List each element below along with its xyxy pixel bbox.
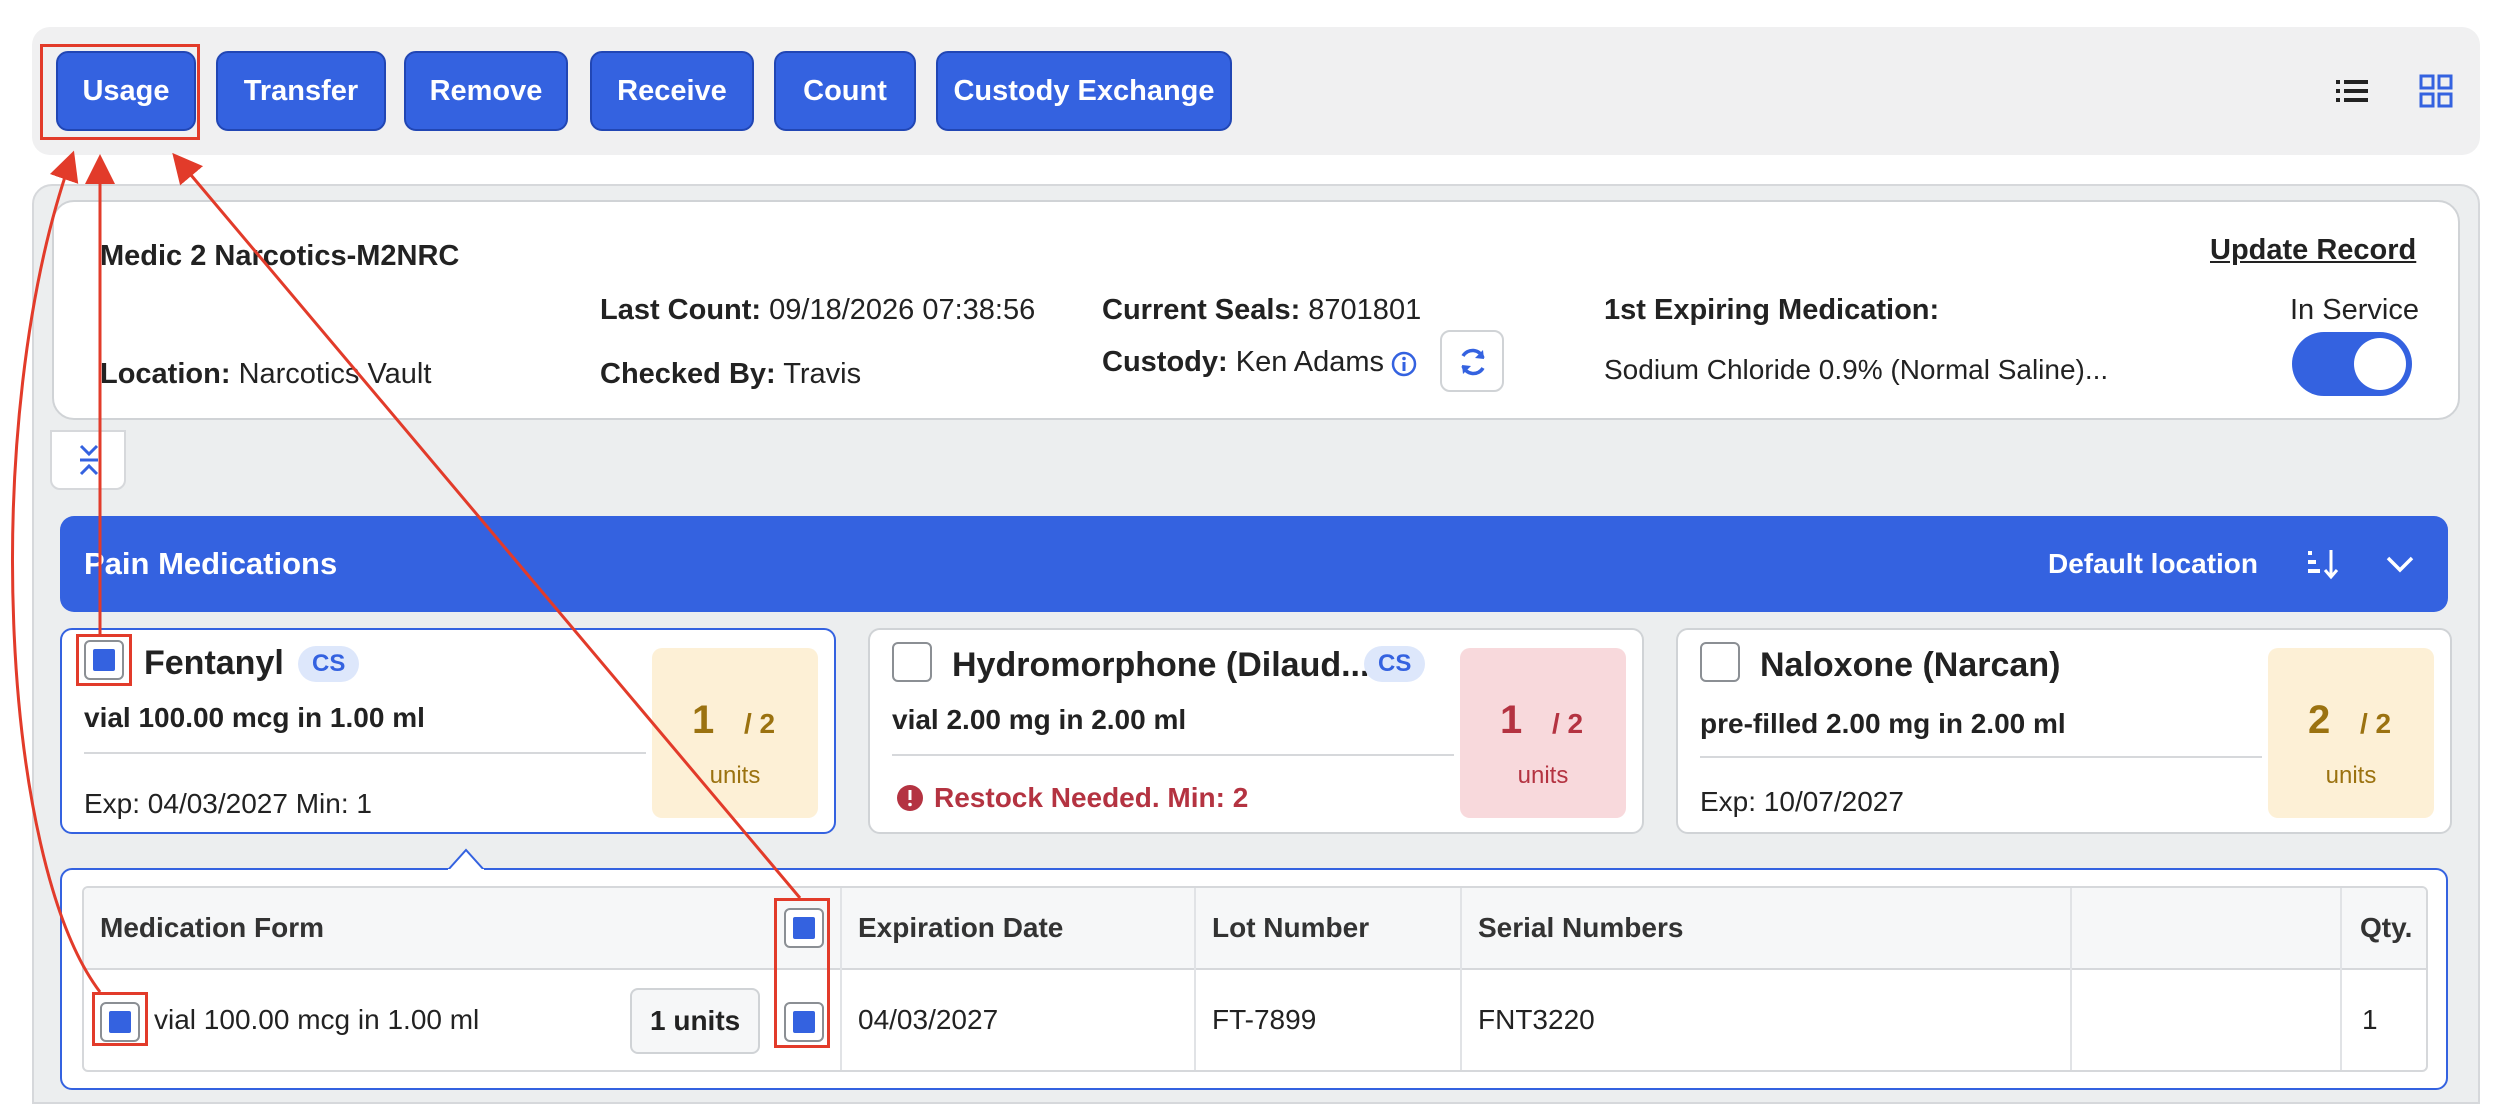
quantity-total: / 2	[744, 708, 776, 739]
row-lot: FT-7899	[1212, 1004, 1317, 1035]
medication-checkbox[interactable]	[84, 640, 124, 680]
divider	[1700, 756, 2262, 758]
in-service-label: In Service	[2290, 294, 2419, 326]
transfer-button[interactable]: Transfer	[216, 51, 386, 131]
chevron-down-icon[interactable]	[2384, 548, 2416, 580]
row-lot-checkbox[interactable]	[784, 1002, 824, 1042]
list-icon[interactable]	[2332, 71, 2372, 111]
quantity-box: 2 / 2 units	[2268, 648, 2434, 818]
medication-checkbox[interactable]	[1700, 642, 1740, 682]
remove-button[interactable]: Remove	[404, 51, 568, 131]
location-value: Narcotics Vault	[238, 358, 432, 390]
header-qty: Qty.	[2360, 912, 2413, 943]
quantity-value: 1	[1500, 698, 1523, 742]
restock-warning: Restock Needed. Min: 2	[934, 782, 1249, 813]
medication-name: Fentanyl	[144, 644, 284, 682]
row-serial: FNT3220	[1478, 1004, 1595, 1035]
location-field: Location: Narcotics Vault	[100, 358, 431, 391]
row-qty: 1	[2362, 1004, 2378, 1035]
medication-card-naloxone[interactable]: Naloxone (Narcan) pre-filled 2.00 mg in …	[1676, 628, 2452, 834]
header-serial-numbers: Serial Numbers	[1478, 912, 1684, 943]
sort-label[interactable]: Default location	[2048, 548, 2258, 580]
refresh-icon	[1461, 348, 1485, 376]
cs-badge: CS	[1364, 646, 1426, 682]
toggle-knob	[2354, 338, 2406, 390]
unit-name: Medic 2 Narcotics-M2NRC	[100, 240, 460, 272]
column-divider	[2340, 888, 2342, 1070]
seals-label: Current Seals:	[1102, 294, 1301, 326]
medication-card-hydromorphone[interactable]: Hydromorphone (Dilaud... CS vial 2.00 mg…	[868, 628, 1644, 834]
checked-by-field: Checked By: Travis	[600, 358, 861, 391]
medication-card-fentanyl[interactable]: Fentanyl CS vial 100.00 mcg in 1.00 ml E…	[60, 628, 836, 834]
quantity-value: 1	[692, 698, 715, 742]
alert-icon	[897, 785, 923, 811]
custody-value: Ken Adams	[1235, 346, 1385, 378]
medication-footer: Exp: 10/07/2027	[1700, 786, 1904, 817]
divider	[84, 752, 646, 754]
category-title: Pain Medications	[84, 546, 338, 581]
medication-form-table: Medication Form Expiration Date Lot Numb…	[82, 886, 2428, 1072]
row-form: vial 100.00 mcg in 1.00 ml	[154, 1004, 480, 1035]
last-count-field: Last Count: 09/18/2026 07:38:56	[600, 294, 1035, 327]
column-divider	[1460, 888, 1462, 1070]
divider	[892, 754, 1454, 756]
first-expiring-label: 1st Expiring Medication:	[1604, 294, 1940, 326]
category-header[interactable]: Pain Medications Default location	[60, 516, 2448, 612]
info-icon[interactable]	[1390, 350, 1418, 378]
collapse-button[interactable]	[50, 430, 126, 490]
row-expiration: 04/03/2027	[858, 1004, 999, 1035]
custody-label: Custody:	[1102, 346, 1228, 378]
medication-form: vial 2.00 mg in 2.00 ml	[892, 704, 1187, 735]
custody-exchange-button[interactable]: Custody Exchange	[936, 51, 1232, 131]
quantity-unit: units	[2325, 762, 2377, 789]
medication-footer: Exp: 04/03/2027 Min: 1	[84, 788, 372, 819]
header-lot-number: Lot Number	[1212, 912, 1370, 943]
quantity-box: 1 / 2 units	[1460, 648, 1626, 818]
header-medication-form: Medication Form	[100, 912, 325, 943]
header-expiration-date: Expiration Date	[858, 912, 1064, 943]
quantity-total: / 2	[1552, 708, 1584, 739]
checked-by-value: Travis	[783, 358, 862, 390]
last-count-label: Last Count:	[600, 294, 762, 326]
usage-button[interactable]: Usage	[56, 51, 196, 131]
medication-name: Hydromorphone (Dilaud...	[952, 646, 1370, 684]
update-record-link[interactable]: Update Record	[2210, 234, 2416, 267]
detail-pointer	[448, 848, 484, 872]
count-button[interactable]: Count	[774, 51, 916, 131]
grid-icon[interactable]	[2416, 71, 2456, 111]
quantity-unit: units	[1517, 762, 1569, 789]
in-service-toggle[interactable]	[2292, 332, 2412, 396]
column-divider	[1194, 888, 1196, 1070]
medication-form: vial 100.00 mcg in 1.00 ml	[84, 702, 425, 733]
quantity-unit: units	[709, 762, 761, 789]
sort-icon[interactable]	[2304, 546, 2340, 582]
select-all-checkbox[interactable]	[784, 908, 824, 948]
column-divider	[840, 888, 842, 1070]
column-divider	[2070, 888, 2072, 1070]
current-seals-field: Current Seals: 8701801	[1102, 294, 1421, 327]
medication-form: pre-filled 2.00 mg in 2.00 ml	[1700, 708, 2066, 739]
medication-checkbox[interactable]	[892, 642, 932, 682]
row-form-checkbox[interactable]	[100, 1002, 140, 1042]
location-label: Location:	[100, 358, 231, 390]
action-toolbar: Usage Transfer Remove Receive Count Cust…	[32, 27, 2480, 155]
seals-value: 8701801	[1308, 294, 1422, 326]
units-button[interactable]: 1 units	[630, 988, 761, 1054]
checked-by-label: Checked By:	[600, 358, 776, 390]
custody-field: Custody: Ken Adams	[1102, 346, 1384, 379]
receive-button[interactable]: Receive	[590, 51, 754, 131]
cs-badge: CS	[298, 646, 360, 682]
first-expiring-value: Sodium Chloride 0.9% (Normal Saline)...	[1604, 354, 2109, 385]
last-count-value: 09/18/2026 07:38:56	[769, 294, 1036, 326]
collapse-icon	[79, 444, 99, 476]
quantity-box: 1 / 2 units	[652, 648, 818, 818]
refresh-custody-button[interactable]	[1440, 330, 1504, 392]
quantity-value: 2	[2308, 698, 2331, 742]
quantity-total: / 2	[2360, 708, 2392, 739]
medication-name: Naloxone (Narcan)	[1760, 646, 2061, 684]
